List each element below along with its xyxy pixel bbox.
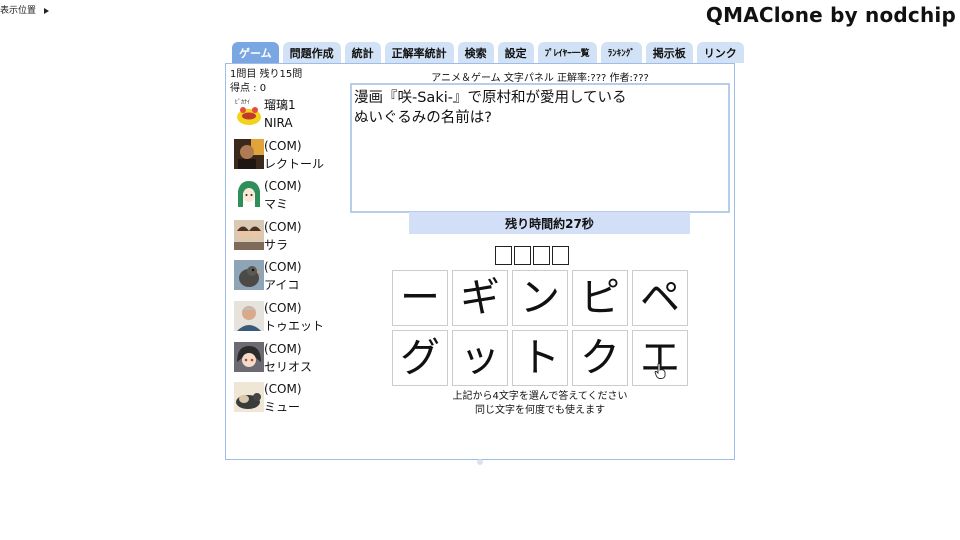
cat-photo-avatar xyxy=(234,382,264,413)
photo-avatar xyxy=(234,219,264,250)
player-name: (COM) セリオス xyxy=(264,341,313,374)
tab-search[interactable]: 検索 xyxy=(457,42,494,63)
app-title: QMAClone by nodchip xyxy=(705,3,956,27)
character-panel-grid: ー ギ ン ピ ペ グ ッ ト ク エ xyxy=(392,270,692,386)
display-position-toggle[interactable]: 表示位置 xyxy=(0,3,50,16)
bird-photo-avatar xyxy=(234,260,264,291)
cartoon-emblem-avatar: ﾋﾟｶﾅｲ xyxy=(234,98,264,128)
question-text: 漫画『咲-Saki-』で原村和が愛用している ぬいぐるみの名前は? xyxy=(350,83,730,213)
person-photo-avatar xyxy=(234,300,264,331)
char-button[interactable]: グ xyxy=(392,330,448,386)
time-remaining: 残り時間約27秒 xyxy=(409,212,690,234)
question-progress: 1問目 残り15問 xyxy=(230,69,303,80)
player-item: (COM) セリオス xyxy=(232,340,342,381)
quiz-info-header: アニメ＆ゲーム 文字パネル 正解率:??? 作者:??? xyxy=(431,73,649,84)
answer-slot[interactable] xyxy=(533,246,550,265)
tab-stats[interactable]: 統計 xyxy=(344,42,381,63)
player-list: ﾋﾟｶﾅｲ 瑠璃1 NIRA (COM) レクトール (COM) マミ (COM… xyxy=(232,96,342,421)
photo-avatar xyxy=(234,138,264,169)
char-button[interactable]: ペ xyxy=(632,270,688,326)
player-item: (COM) ミュー xyxy=(232,380,342,421)
char-button[interactable]: ク xyxy=(572,330,628,386)
player-item: (COM) マミ xyxy=(232,177,342,218)
answer-slot[interactable] xyxy=(552,246,569,265)
tab-accuracy-stats[interactable]: 正解率統計 xyxy=(384,42,454,63)
score: 得点 : 0 xyxy=(230,83,267,94)
tab-player-list[interactable]: ﾌﾟﾚｲﾔｰ一覧 xyxy=(537,42,597,63)
player-name: (COM) マミ xyxy=(264,179,302,212)
char-button[interactable]: ー xyxy=(392,270,448,326)
svg-text:ﾋﾟｶﾅｲ: ﾋﾟｶﾅｲ xyxy=(235,99,250,106)
panel-resize-handle[interactable] xyxy=(477,459,483,465)
answer-slots xyxy=(495,246,569,265)
main-tabs: ゲーム 問題作成 統計 正解率統計 検索 設定 ﾌﾟﾚｲﾔｰ一覧 ﾗﾝｷﾝｸﾞ … xyxy=(232,42,744,63)
player-item: (COM) トゥエット xyxy=(232,299,342,340)
player-item: ﾋﾟｶﾅｲ 瑠璃1 NIRA xyxy=(232,96,342,137)
player-name: (COM) ミュー xyxy=(264,382,302,415)
player-name: (COM) トゥエット xyxy=(264,300,325,333)
expand-arrow-icon xyxy=(44,7,50,14)
tab-game[interactable]: ゲーム xyxy=(232,42,279,63)
answer-instructions: 上記から4文字を選んで答えてください 同じ文字を何度でも使えます xyxy=(452,391,628,416)
anime-girl-avatar xyxy=(234,179,264,210)
player-item: (COM) サラ xyxy=(232,218,342,259)
game-panel: 1問目 残り15問 得点 : 0 ﾋﾟｶﾅｲ 瑠璃1 NIRA (COM) レクトー… xyxy=(225,63,735,460)
player-name: (COM) サラ xyxy=(264,219,302,252)
tab-settings[interactable]: 設定 xyxy=(497,42,534,63)
tab-links[interactable]: リンク xyxy=(696,42,744,63)
answer-slot[interactable] xyxy=(514,246,531,265)
char-button[interactable]: ピ xyxy=(572,270,628,326)
game-status: 1問目 残り15問 得点 : 0 xyxy=(230,68,302,96)
player-item: (COM) アイコ xyxy=(232,258,342,299)
char-button[interactable]: ン xyxy=(512,270,568,326)
player-name: 瑠璃1 NIRA xyxy=(264,98,296,130)
player-name: (COM) アイコ xyxy=(264,260,302,293)
player-name: (COM) レクトール xyxy=(264,138,325,171)
char-button[interactable]: ト xyxy=(512,330,568,386)
anime-character-avatar xyxy=(234,341,264,372)
tab-create-question[interactable]: 問題作成 xyxy=(282,42,341,63)
char-button[interactable]: ギ xyxy=(452,270,508,326)
display-position-label: 表示位置 xyxy=(0,6,37,16)
player-item: (COM) レクトール xyxy=(232,137,342,178)
char-button[interactable]: ッ xyxy=(452,330,508,386)
answer-slot[interactable] xyxy=(495,246,512,265)
hand-cursor-icon xyxy=(654,363,666,379)
tab-bulletin-board[interactable]: 掲示板 xyxy=(645,42,693,63)
tab-ranking[interactable]: ﾗﾝｷﾝｸﾞ xyxy=(600,42,642,63)
